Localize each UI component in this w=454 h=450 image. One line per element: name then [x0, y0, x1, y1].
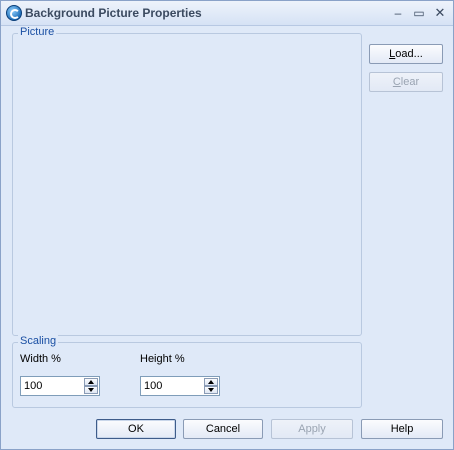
ok-button[interactable]: OK	[96, 419, 176, 439]
cancel-button[interactable]: Cancel	[183, 419, 263, 439]
window-title: Background Picture Properties	[25, 6, 202, 20]
minimize-icon[interactable]: ‒	[390, 5, 406, 21]
scaling-group: Scaling	[12, 335, 362, 408]
picture-group-label: Picture	[18, 26, 57, 38]
scaling-group-label: Scaling	[18, 335, 59, 347]
height-spin-down-icon[interactable]	[204, 386, 218, 394]
height-value[interactable]: 100	[144, 380, 162, 392]
close-icon[interactable]: ✕	[432, 5, 448, 21]
width-spin-down-icon[interactable]	[84, 386, 98, 394]
width-label: Width %	[20, 353, 61, 365]
width-value[interactable]: 100	[24, 380, 42, 392]
height-spinner[interactable]: 100	[140, 376, 220, 396]
clear-button[interactable]: Clear	[369, 72, 443, 92]
apply-button[interactable]: Apply	[271, 419, 353, 439]
title-bar[interactable]: Background Picture Properties ‒ ▭ ✕	[1, 1, 453, 26]
load-button[interactable]: Load...	[369, 44, 443, 64]
height-spin-up-icon[interactable]	[204, 378, 218, 386]
maximize-icon[interactable]: ▭	[411, 5, 427, 21]
dialog-window: Background Picture Properties ‒ ▭ ✕ Pict…	[0, 0, 454, 450]
app-icon[interactable]	[6, 5, 22, 21]
width-spinner[interactable]: 100	[20, 376, 100, 396]
picture-group: Picture	[12, 26, 362, 336]
height-label: Height %	[140, 353, 185, 365]
width-spin-up-icon[interactable]	[84, 378, 98, 386]
help-button[interactable]: Help	[361, 419, 443, 439]
